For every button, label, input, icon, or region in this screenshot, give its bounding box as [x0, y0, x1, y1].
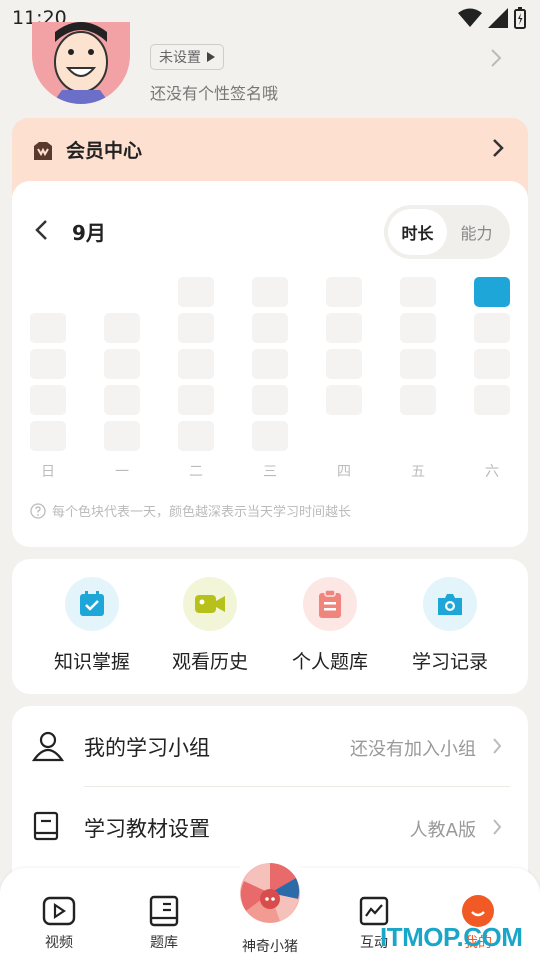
calendar-day-cell[interactable] — [474, 313, 510, 343]
calendar-check-icon — [65, 577, 119, 631]
calendar-day-cell[interactable] — [252, 385, 288, 415]
chevron-right-icon[interactable] — [490, 48, 502, 68]
weekday-label: 四 — [337, 464, 351, 480]
battery-icon — [514, 7, 526, 29]
calendar-day-cell[interactable] — [30, 421, 66, 451]
action-personal-question-bank[interactable]: 个人题库 — [270, 577, 390, 674]
question-bank-icon — [124, 894, 204, 928]
row-value: 还没有加入小组 — [350, 739, 476, 760]
calendar-day-cell[interactable] — [400, 385, 436, 415]
action-label: 个人题库 — [291, 651, 368, 673]
calendar-day-cell[interactable] — [326, 385, 362, 415]
study-calendar-card: 9月 时长 能力 日 一 二 三 四 五 六 每个色块代表一天，颜色越深表示当天学习时间越长 — [12, 181, 528, 547]
camera-icon — [423, 577, 477, 631]
chevron-right-icon — [493, 139, 504, 157]
chevron-left-icon[interactable] — [34, 219, 48, 241]
profile-header[interactable]: 未设置 还没有个性签名哦 — [0, 22, 540, 118]
signature-tag-button[interactable]: 未设置 — [150, 44, 224, 70]
person-icon — [32, 731, 64, 762]
chevron-right-icon — [493, 819, 502, 835]
user-avatar[interactable] — [32, 22, 130, 104]
calendar-hint-text: 每个色块代表一天，颜色越深表示当天学习时间越长 — [52, 505, 352, 520]
calendar-day-cell[interactable] — [474, 385, 510, 415]
calendar-day-cell[interactable] — [178, 313, 214, 343]
nav-label-magic-pig[interactable]: 神奇小猪 — [230, 936, 310, 956]
weekday-label: 三 — [263, 464, 277, 480]
clipboard-icon — [303, 577, 357, 631]
weekday-label: 六 — [485, 464, 499, 480]
nav-label: 题库 — [150, 935, 178, 951]
calendar-day-cell[interactable] — [104, 313, 140, 343]
calendar-day-cell[interactable] — [252, 421, 288, 451]
action-study-record[interactable]: 学习记录 — [390, 577, 510, 674]
calendar-day-cell[interactable] — [326, 277, 362, 307]
calendar-day-cell[interactable] — [326, 313, 362, 343]
signal-icon — [488, 8, 508, 28]
signature-text: 还没有个性签名哦 — [150, 84, 279, 103]
calendar-day-cell[interactable] — [30, 385, 66, 415]
calendar-day-cell[interactable] — [252, 349, 288, 379]
calendar-day-cell[interactable] — [400, 277, 436, 307]
nav-label: 视频 — [45, 935, 73, 951]
calendar-hint: 每个色块代表一天，颜色越深表示当天学习时间越长 — [30, 501, 351, 520]
row-value: 人教A版 — [409, 820, 476, 841]
chevron-right-icon — [493, 738, 502, 754]
calendar-day-cell[interactable] — [474, 349, 510, 379]
calendar-day-cell[interactable] — [104, 421, 140, 451]
calendar-day-cell[interactable] — [178, 349, 214, 379]
watermark: ITMOP.COM — [380, 922, 523, 952]
calendar-day-cell[interactable] — [104, 349, 140, 379]
calendar-day-cell[interactable] — [400, 313, 436, 343]
action-label: 观看历史 — [171, 651, 248, 673]
weekday-label: 五 — [411, 464, 425, 480]
member-center-label: 会员中心 — [66, 140, 143, 162]
calendar-day-cell[interactable] — [252, 277, 288, 307]
weekday-label: 一 — [115, 464, 129, 480]
action-knowledge-mastery[interactable]: 知识掌握 — [32, 577, 152, 674]
nav-question-bank[interactable]: 题库 — [124, 894, 204, 952]
wifi-icon — [458, 8, 482, 27]
calendar-month: 9月 — [72, 221, 106, 245]
video-camera-icon — [183, 577, 237, 631]
action-label: 知识掌握 — [53, 651, 130, 673]
calendar-day-cell[interactable] — [178, 385, 214, 415]
calendar-day-cell[interactable] — [178, 421, 214, 451]
quick-actions: 知识掌握 观看历史 个人题库 学习记录 — [12, 559, 528, 694]
calendar-day-cell[interactable] — [104, 385, 140, 415]
calendar-day-cell[interactable] — [30, 349, 66, 379]
book-icon — [33, 811, 59, 841]
toggle-duration[interactable]: 时长 — [388, 209, 447, 255]
row-study-group[interactable]: 我的学习小组 还没有加入小组 — [12, 706, 528, 787]
calendar-day-cell[interactable] — [252, 313, 288, 343]
crown-box-icon — [34, 142, 52, 160]
calendar-day-cell[interactable] — [400, 349, 436, 379]
weekday-label: 二 — [189, 464, 203, 480]
row-label: 学习教材设置 — [84, 817, 210, 841]
duration-ability-toggle[interactable]: 时长 能力 — [384, 205, 510, 259]
question-circle-icon — [30, 502, 46, 519]
action-label: 学习记录 — [411, 651, 488, 673]
nav-video[interactable]: 视频 — [19, 894, 99, 952]
calendar-day-cell[interactable] — [178, 277, 214, 307]
action-watch-history[interactable]: 观看历史 — [150, 577, 270, 674]
triangle-right-icon — [207, 52, 215, 62]
pig-avatar-icon[interactable] — [240, 863, 300, 923]
row-label: 我的学习小组 — [84, 736, 210, 760]
weekday-label: 日 — [41, 464, 55, 480]
toggle-ability[interactable]: 能力 — [447, 209, 506, 255]
tag-label: 未设置 — [159, 50, 201, 66]
calendar-day-cell[interactable] — [326, 349, 362, 379]
calendar-day-cell[interactable] — [474, 277, 510, 307]
play-icon — [19, 894, 99, 928]
calendar-day-cell[interactable] — [30, 313, 66, 343]
